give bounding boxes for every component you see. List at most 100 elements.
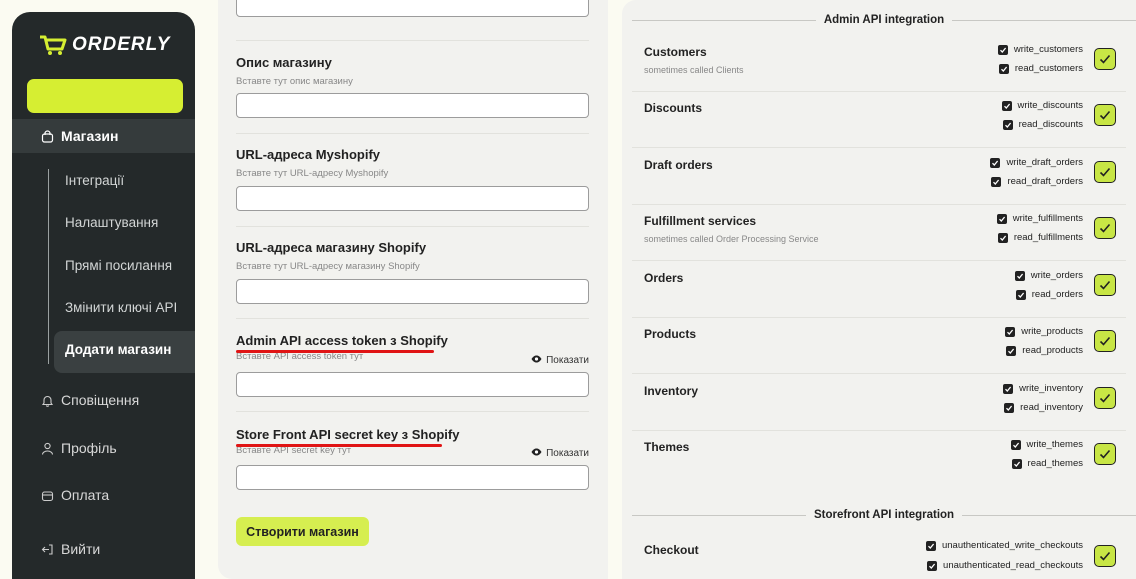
permission-name: Orders xyxy=(644,271,684,285)
checkbox-read[interactable]: read_orders xyxy=(1015,289,1083,300)
checkbox-checked-icon xyxy=(1005,326,1016,337)
sub-item-direct-links[interactable]: Прямі посилання xyxy=(65,256,172,276)
row-divider xyxy=(632,260,1126,261)
checkbox-checked-icon xyxy=(1006,345,1017,356)
checkbox-write[interactable]: write_customers xyxy=(997,44,1083,55)
admin-api-header: Admin API integration xyxy=(632,13,1136,27)
show-storefront-key[interactable]: Показати xyxy=(531,448,589,459)
checkbox-write[interactable]: write_inventory xyxy=(1003,383,1083,394)
checkbox-read[interactable]: read_fulfillments xyxy=(997,232,1083,243)
row-toggle-checkbox[interactable] xyxy=(1094,545,1116,567)
nav-logout[interactable]: Вийти xyxy=(12,532,100,566)
checkbox-read[interactable]: unauthenticated_read_checkouts xyxy=(927,560,1083,571)
checkbox-write[interactable]: write_discounts xyxy=(1001,100,1083,111)
checkbox-write[interactable]: write_products xyxy=(1005,326,1083,337)
check-icon xyxy=(1099,110,1111,120)
row-divider xyxy=(632,317,1126,318)
field-myshopify-url: URL-адреса Myshopify Вставте тут URL-адр… xyxy=(236,147,589,211)
checkbox-read[interactable]: read_products xyxy=(1006,345,1083,356)
sub-item-change-api-keys[interactable]: Змінити ключі API xyxy=(65,298,177,318)
checkbox-read[interactable]: read_discounts xyxy=(1002,119,1083,130)
sub-item-settings[interactable]: Налаштування xyxy=(65,213,158,233)
permission-subtitle: sometimes called Clients xyxy=(644,65,744,75)
row-toggle-checkbox[interactable] xyxy=(1094,330,1116,352)
nav-payment[interactable]: Оплата xyxy=(12,478,109,512)
checkbox-checked-icon xyxy=(1014,270,1025,281)
row-toggle-checkbox[interactable] xyxy=(1094,217,1116,239)
sub-item-integrations[interactable]: Інтеграції xyxy=(65,171,124,191)
row-toggle-checkbox[interactable] xyxy=(1094,274,1116,296)
permission-subtitle: sometimes called Order Processing Servic… xyxy=(644,234,819,244)
row-divider xyxy=(632,147,1126,148)
nav-shop-label: Магазин xyxy=(61,128,119,144)
checkbox-read[interactable]: read_draft_orders xyxy=(991,176,1083,187)
checkbox-label: write_customers xyxy=(1013,44,1083,55)
checkbox-read[interactable]: read_inventory xyxy=(1004,402,1083,413)
nav-shop[interactable]: Магазин xyxy=(12,119,195,153)
submenu-line xyxy=(48,169,49,364)
nav-notifications[interactable]: Сповіщення xyxy=(12,383,139,417)
nav-profile-label: Профіль xyxy=(61,440,117,456)
name-input[interactable] xyxy=(236,0,589,17)
bell-icon xyxy=(40,393,54,407)
field-storefront-title: Store Front API secret key з Shopify xyxy=(236,427,460,442)
red-underline-annotation xyxy=(236,350,434,353)
divider xyxy=(236,133,589,134)
checkbox-checked-icon xyxy=(990,157,1001,168)
checkbox-checked-icon xyxy=(991,176,1002,187)
row-toggle-checkbox[interactable] xyxy=(1094,161,1116,183)
checkbox-label: read_orders xyxy=(1031,289,1083,300)
field-description: Опис магазину Вставте тут опис магазину xyxy=(236,55,589,118)
check-icon xyxy=(1099,280,1111,290)
row-toggle-checkbox[interactable] xyxy=(1094,443,1116,465)
checkbox-checked-icon xyxy=(1004,402,1015,413)
nav-profile[interactable]: Профіль xyxy=(12,431,117,465)
nav-notifications-label: Сповіщення xyxy=(61,392,140,408)
checkbox-checked-icon xyxy=(1003,383,1014,394)
checkbox-write[interactable]: write_fulfillments xyxy=(996,213,1083,224)
myshopify-url-input[interactable] xyxy=(236,186,589,211)
checkbox-label: read_products xyxy=(1022,345,1083,356)
checkbox-checked-icon xyxy=(1001,100,1012,111)
permission-name: Products xyxy=(644,327,697,341)
checkbox-write[interactable]: unauthenticated_write_checkouts xyxy=(925,540,1083,551)
check-icon xyxy=(1099,54,1111,64)
checkbox-label: read_inventory xyxy=(1020,402,1083,413)
create-shop-button[interactable]: Створити магазин xyxy=(236,517,369,546)
checkbox-read[interactable]: read_themes xyxy=(1011,458,1083,469)
checkbox-label: read_fulfillments xyxy=(1013,232,1083,243)
checkbox-checked-icon xyxy=(1011,458,1022,469)
cart-icon xyxy=(38,34,68,56)
row-toggle-checkbox[interactable] xyxy=(1094,48,1116,70)
permission-name: Fulfillment services xyxy=(644,214,757,228)
logo-text: ORDERLY xyxy=(72,34,171,55)
wallet-icon xyxy=(40,488,54,502)
checkbox-label: write_draft_orders xyxy=(1006,157,1083,168)
field-description-title: Опис магазину xyxy=(236,55,332,70)
row-toggle-checkbox[interactable] xyxy=(1094,387,1116,409)
checkbox-label: write_fulfillments xyxy=(1012,213,1083,224)
sidebar: ORDERLY Магазин Інтеграції Налаштування … xyxy=(12,12,195,579)
checkbox-write[interactable]: write_themes xyxy=(1010,439,1083,450)
checkbox-checked-icon xyxy=(998,63,1009,74)
integration-panel: Admin API integration Customers sometimes… xyxy=(622,0,1136,579)
checkbox-checked-icon xyxy=(996,213,1007,224)
logo[interactable]: ORDERLY xyxy=(38,34,170,56)
admin-api-header-text: Admin API integration xyxy=(823,14,945,26)
shop-selector[interactable] xyxy=(27,79,183,113)
row-toggle-checkbox[interactable] xyxy=(1094,104,1116,126)
eye-icon xyxy=(531,448,542,459)
storefront-key-input[interactable] xyxy=(236,465,589,490)
show-admin-token[interactable]: Показати xyxy=(531,355,589,366)
storefront-api-header: Storefront API integration xyxy=(632,508,1136,522)
permission-name: Themes xyxy=(644,440,690,454)
show-admin-token-label: Показати xyxy=(546,355,589,366)
shop-url-input[interactable] xyxy=(236,279,589,304)
field-admin-token-title: Admin API access token з Shopify xyxy=(236,333,448,348)
description-input[interactable] xyxy=(236,93,589,118)
checkbox-write[interactable]: write_draft_orders xyxy=(990,157,1083,168)
admin-token-input[interactable] xyxy=(236,372,589,397)
row-divider xyxy=(632,204,1126,205)
checkbox-write[interactable]: write_orders xyxy=(1014,270,1083,281)
checkbox-read[interactable]: read_customers xyxy=(998,63,1083,74)
